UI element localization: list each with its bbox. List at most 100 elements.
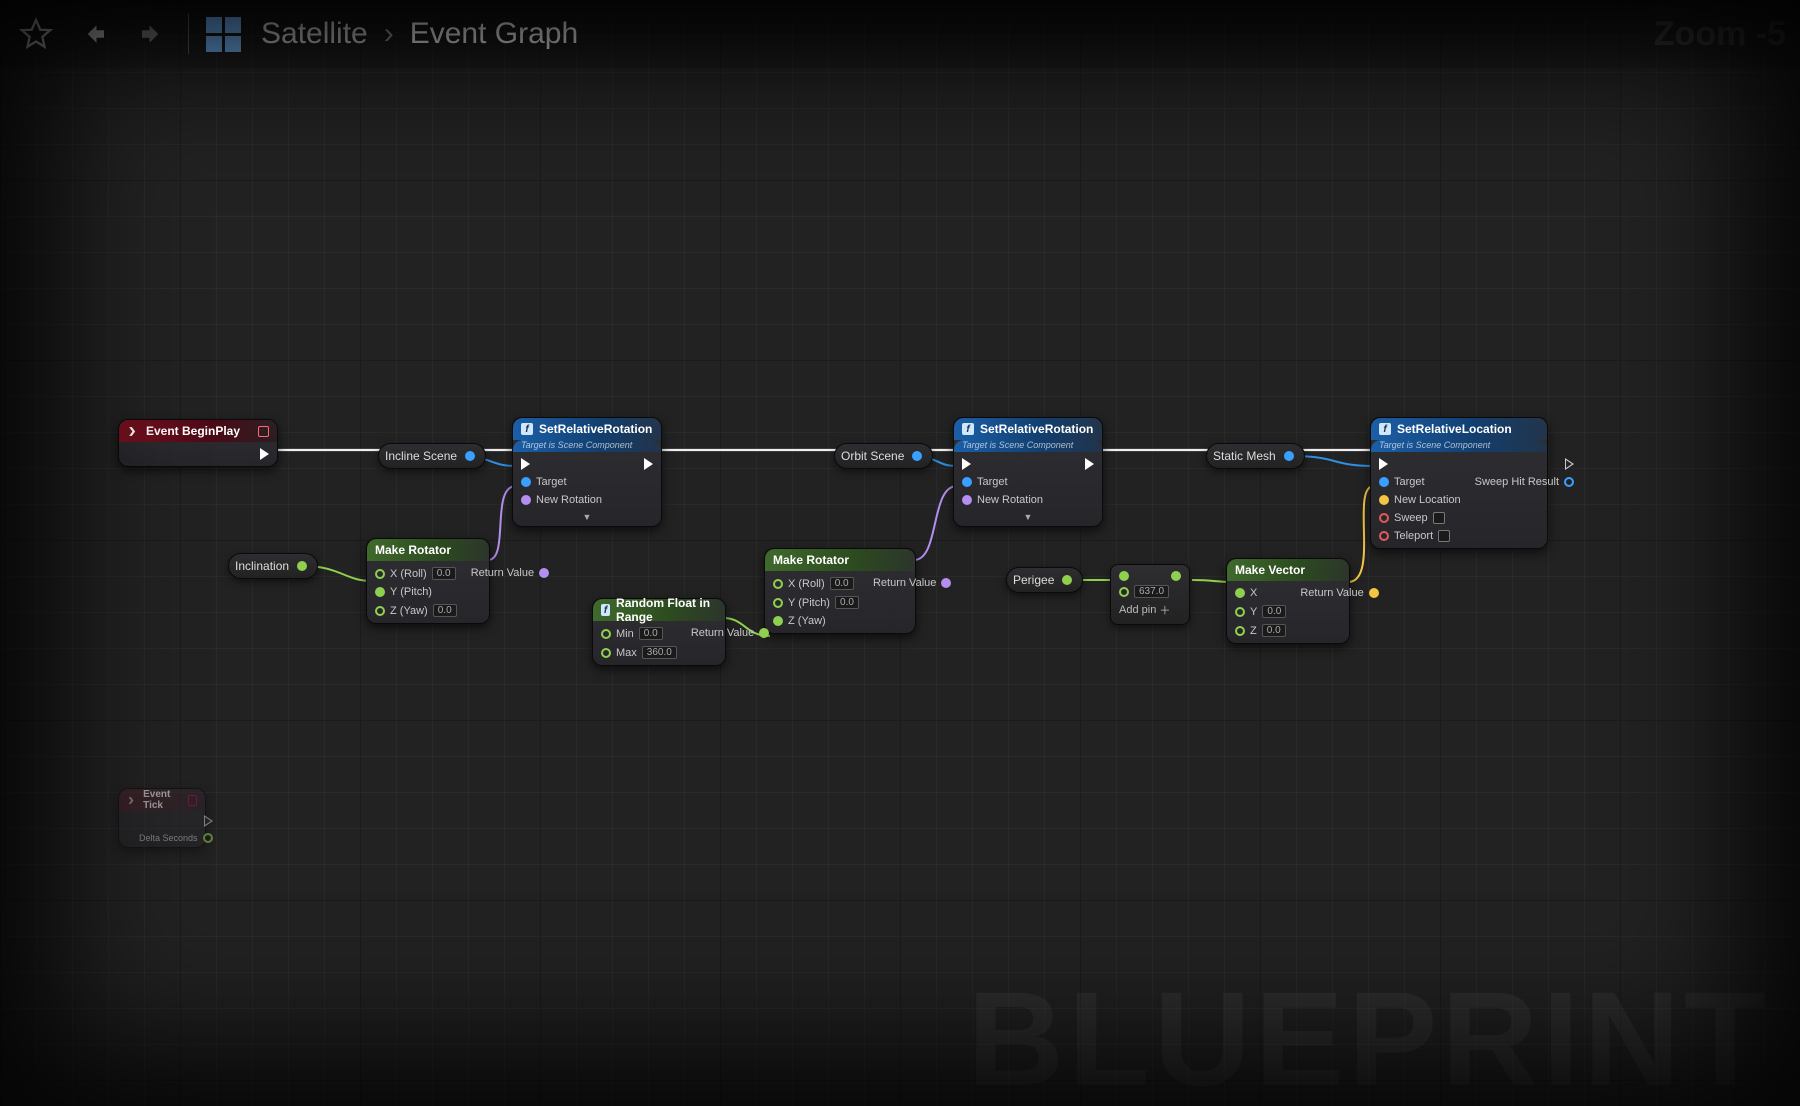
pin-y[interactable]: Y0.0 <box>1235 605 1286 618</box>
expand-icon[interactable]: ▼ <box>513 512 661 526</box>
event-icon <box>127 425 140 438</box>
variable-inclination[interactable]: Inclination <box>228 553 318 579</box>
pin-z-yaw[interactable]: Z (Yaw)0.0 <box>375 604 457 617</box>
node-header: f SetRelativeRotation <box>513 418 661 440</box>
pin-out[interactable] <box>912 451 922 461</box>
node-set-relative-rotation-2[interactable]: f SetRelativeRotation Target is Scene Com… <box>953 417 1103 527</box>
node-set-relative-rotation-1[interactable]: f SetRelativeRotation Target is Scene Com… <box>512 417 662 527</box>
pin-return-value[interactable]: Return Value <box>873 577 951 589</box>
pin-new-rotation[interactable]: New Rotation <box>962 494 1043 506</box>
exec-in-pin[interactable] <box>521 458 602 470</box>
pin-target[interactable]: Target <box>1379 476 1461 488</box>
pin-b[interactable]: 637.0 <box>1119 585 1181 598</box>
variable-orbit-scene[interactable]: Orbit Scene <box>834 443 933 469</box>
pin-new-location[interactable]: New Location <box>1379 494 1461 506</box>
pin-y-pitch[interactable]: Y (Pitch)0.0 <box>773 596 859 609</box>
value-input[interactable]: 0.0 <box>639 627 663 640</box>
pin-new-rotation[interactable]: New Rotation <box>521 494 602 506</box>
graph-canvas[interactable]: Event BeginPlay Event Tick Delta Seconds… <box>0 0 1800 1106</box>
node-make-rotator-1[interactable]: Make Rotator X (Roll)0.0 Y (Pitch) Z (Ya… <box>366 538 490 624</box>
pin-delta-seconds[interactable]: Delta Seconds <box>139 833 213 843</box>
variable-perigee[interactable]: Perigee <box>1006 567 1083 593</box>
node-header: Event BeginPlay <box>119 420 277 442</box>
node-event-begin-play[interactable]: Event BeginPlay <box>118 419 278 467</box>
node-header: f Random Float in Range <box>593 599 725 621</box>
pin-teleport[interactable]: Teleport <box>1379 530 1461 542</box>
pin-out[interactable] <box>297 561 307 571</box>
checkbox[interactable] <box>1433 512 1445 524</box>
node-title: SetRelativeLocation <box>1397 422 1512 436</box>
plus-icon: ＋ <box>1159 602 1170 618</box>
value-input[interactable]: 0.0 <box>1262 605 1286 618</box>
pin-min[interactable]: Min0.0 <box>601 627 677 640</box>
pin-out[interactable] <box>1171 571 1181 581</box>
variable-incline-scene[interactable]: Incline Scene <box>378 443 486 469</box>
pin-y-pitch[interactable]: Y (Pitch) <box>375 586 457 598</box>
node-header: Make Rotator <box>765 549 915 571</box>
node-float-op[interactable]: 637.0 Add pin＋ <box>1110 564 1190 625</box>
pin-z[interactable]: Z0.0 <box>1235 624 1286 637</box>
node-random-float-in-range[interactable]: f Random Float in Range Min0.0 Max360.0 R… <box>592 598 726 666</box>
pin-return-value[interactable]: Return Value <box>691 627 769 639</box>
value-input[interactable]: 637.0 <box>1134 585 1169 598</box>
pin-target[interactable]: Target <box>962 476 1043 488</box>
pin-x-roll[interactable]: X (Roll)0.0 <box>375 567 457 580</box>
node-title: Random Float in Range <box>616 596 717 624</box>
event-icon <box>127 794 137 807</box>
exec-out-pin[interactable] <box>139 815 213 827</box>
node-event-tick[interactable]: Event Tick Delta Seconds <box>118 788 206 848</box>
value-input[interactable]: 0.0 <box>433 604 457 617</box>
pin-z-yaw[interactable]: Z (Yaw) <box>773 615 859 627</box>
function-icon: f <box>521 423 533 435</box>
node-title: SetRelativeRotation <box>539 422 652 436</box>
pin-a[interactable] <box>1119 571 1181 581</box>
node-header: Event Tick <box>119 789 205 811</box>
value-input[interactable]: 0.0 <box>432 567 456 580</box>
pin-x-roll[interactable]: X (Roll)0.0 <box>773 577 859 590</box>
node-subheader: Target is Scene Component <box>954 440 1102 452</box>
function-icon: f <box>1379 423 1391 435</box>
node-subheader: Target is Scene Component <box>513 440 661 452</box>
exec-out-pin[interactable] <box>260 448 269 460</box>
exec-out-pin[interactable] <box>644 458 653 470</box>
value-input[interactable]: 360.0 <box>642 646 677 659</box>
node-set-relative-location[interactable]: fSetRelativeLocation Target is Scene Com… <box>1370 417 1548 549</box>
pin-target[interactable]: Target <box>521 476 602 488</box>
blueprint-viewport[interactable]: Satellite › Event Graph Zoom -5 <box>0 0 1800 1106</box>
pin-out[interactable] <box>465 451 475 461</box>
node-title: Event BeginPlay <box>146 424 240 438</box>
function-icon: f <box>601 604 610 616</box>
node-make-rotator-2[interactable]: Make Rotator X (Roll)0.0 Y (Pitch)0.0 Z … <box>764 548 916 634</box>
function-icon: f <box>962 423 974 435</box>
pin-sweep[interactable]: Sweep <box>1379 512 1461 524</box>
pin-sweep-hit-result[interactable]: Sweep Hit Result <box>1475 476 1574 488</box>
value-input[interactable]: 0.0 <box>1262 624 1286 637</box>
add-pin-button[interactable]: Add pin＋ <box>1119 602 1181 618</box>
pin-out[interactable] <box>1062 575 1072 585</box>
node-title: SetRelativeRotation <box>980 422 1093 436</box>
value-input[interactable]: 0.0 <box>835 596 859 609</box>
expand-icon[interactable]: ▼ <box>954 512 1102 526</box>
node-header: f SetRelativeRotation <box>954 418 1102 440</box>
checkbox[interactable] <box>1438 530 1450 542</box>
pin-return-value[interactable]: Return Value <box>471 567 549 579</box>
node-title: Make Rotator <box>773 553 849 567</box>
node-title: Event Tick <box>143 789 182 811</box>
exec-in-pin[interactable] <box>1379 458 1461 470</box>
pin-max[interactable]: Max360.0 <box>601 646 677 659</box>
exec-in-pin[interactable] <box>962 458 1043 470</box>
variable-static-mesh[interactable]: Static Mesh <box>1206 443 1305 469</box>
pin-x[interactable]: X <box>1235 587 1286 599</box>
node-header: Make Vector <box>1227 559 1349 581</box>
exec-out-pin[interactable] <box>1475 458 1574 470</box>
delegate-icon <box>258 426 269 437</box>
node-header: f SetRelativeLocation <box>1371 418 1547 440</box>
value-input[interactable]: 0.0 <box>830 577 854 590</box>
node-header: Make Rotator <box>367 539 489 561</box>
pin-return-value[interactable]: Return Value <box>1300 587 1378 599</box>
node-title: Make Rotator <box>375 543 451 557</box>
node-title: Make Vector <box>1235 563 1305 577</box>
node-make-vector[interactable]: Make Vector X Y0.0 Z0.0 Return Value <box>1226 558 1350 644</box>
exec-out-pin[interactable] <box>1085 458 1094 470</box>
pin-out[interactable] <box>1284 451 1294 461</box>
